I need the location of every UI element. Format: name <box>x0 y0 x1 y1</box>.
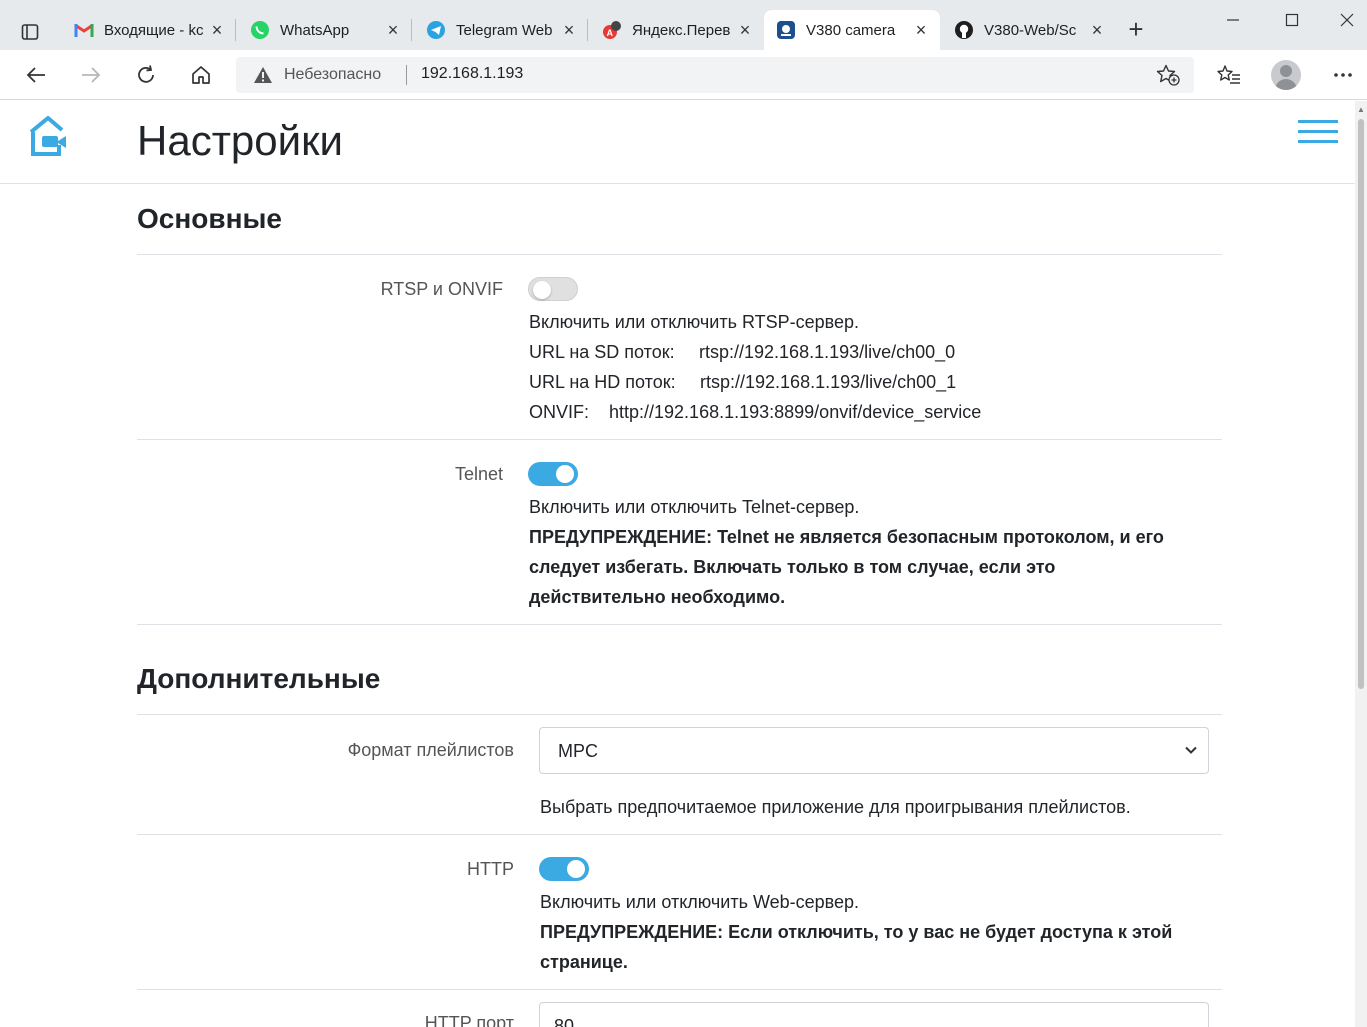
http-warning: ПРЕДУПРЕЖДЕНИЕ: Если отключить, то у вас… <box>540 922 1173 972</box>
home-icon[interactable] <box>185 60 217 90</box>
close-tab-icon[interactable]: × <box>736 20 754 40</box>
playlist-format-value: MPC <box>558 741 598 761</box>
telnet-warning: ПРЕДУПРЕЖДЕНИЕ: Telnet не является безоп… <box>529 527 1164 607</box>
page-scrollbar[interactable]: ▲ <box>1355 101 1367 1027</box>
close-tab-icon[interactable]: × <box>208 20 226 40</box>
new-tab-icon[interactable]: + <box>1122 16 1150 44</box>
hd-url-label: URL на HD поток: <box>529 372 676 392</box>
tab-title: Входящие - kc <box>104 21 204 39</box>
chevron-down-icon <box>1184 743 1198 762</box>
http-port-input[interactable]: 80 <box>539 1002 1209 1027</box>
tab-telegram[interactable]: Telegram Web × <box>414 10 588 50</box>
divider <box>137 624 1222 625</box>
telegram-icon <box>426 20 446 40</box>
playlist-format-label: Формат плейлистов <box>347 740 514 760</box>
gmail-icon <box>74 20 94 40</box>
close-tab-icon[interactable]: × <box>384 20 402 40</box>
tab-github[interactable]: V380-Web/Sc × <box>942 10 1116 50</box>
section-title-basic: Основные <box>137 203 282 234</box>
playlist-format-select[interactable]: MPC <box>539 727 1209 774</box>
sd-url-label: URL на SD поток: <box>529 342 675 362</box>
scroll-up-icon[interactable]: ▲ <box>1357 105 1365 114</box>
http-description: Включить или отключить Web-сервер. <box>540 892 860 912</box>
divider <box>137 714 1222 715</box>
hd-url-value: rtsp://192.168.1.193/live/ch00_1 <box>700 372 957 392</box>
warning-icon[interactable] <box>253 66 273 89</box>
rtsp-label: RTSP и ONVIF <box>380 279 503 299</box>
tab-v380-camera[interactable]: V380 camera × <box>764 10 940 50</box>
tab-title: V380-Web/Sc <box>984 21 1077 39</box>
github-icon <box>954 20 974 40</box>
onvif-url-value: http://192.168.1.193:8899/onvif/device_s… <box>609 402 982 422</box>
playlist-format-description: Выбрать предпочитаемое приложение для пр… <box>540 797 1131 817</box>
divider <box>137 989 1222 990</box>
tab-title: Яндекс.Перев <box>632 21 731 39</box>
section-title-advanced: Дополнительные <box>137 663 381 694</box>
telnet-label: Telnet <box>454 464 503 484</box>
profile-avatar[interactable] <box>1271 60 1301 90</box>
http-port-label: HTTP порт <box>424 1013 514 1027</box>
address-bar[interactable]: Небезопасно 192.168.1.193 <box>236 57 1194 93</box>
security-status[interactable]: Небезопасно <box>284 66 381 84</box>
page-content: Настройки Основные RTSP и ONVIF Включить… <box>0 101 1355 1027</box>
maximize-icon[interactable] <box>1278 6 1306 34</box>
close-tab-icon[interactable]: × <box>912 20 930 40</box>
v380-icon <box>776 20 796 40</box>
page-title: Настройки <box>137 117 343 164</box>
tab-strip: Входящие - kc × WhatsApp × Telegram Web … <box>0 0 1367 50</box>
tab-actions-icon[interactable] <box>14 18 46 46</box>
minimize-icon[interactable] <box>1219 6 1247 34</box>
scrollbar-thumb[interactable] <box>1358 119 1364 689</box>
favorites-icon[interactable] <box>1213 60 1245 90</box>
url-text[interactable]: 192.168.1.193 <box>421 65 523 83</box>
tab-gmail[interactable]: Входящие - kc × <box>62 10 236 50</box>
add-favorite-icon[interactable] <box>1156 64 1180 91</box>
tab-title: WhatsApp <box>280 21 350 39</box>
tab-title: V380 camera <box>806 21 896 39</box>
telnet-toggle[interactable] <box>528 462 578 486</box>
home-camera-logo-icon[interactable] <box>28 115 68 162</box>
menu-icon[interactable] <box>1298 120 1338 146</box>
back-icon[interactable] <box>20 60 52 90</box>
tab-whatsapp[interactable]: WhatsApp × <box>238 10 412 50</box>
more-options-icon[interactable] <box>1327 60 1359 90</box>
rtsp-description: Включить или отключить RTSP-сервер. <box>529 312 860 332</box>
tab-yandex-translate[interactable]: A Яндекс.Перев × <box>590 10 764 50</box>
sd-url-value: rtsp://192.168.1.193/live/ch00_0 <box>699 342 956 362</box>
onvif-label: ONVIF: <box>529 402 590 422</box>
forward-icon[interactable] <box>75 60 107 90</box>
tab-title: Telegram Web <box>456 21 553 39</box>
close-tab-icon[interactable]: × <box>1088 20 1106 40</box>
http-toggle[interactable] <box>539 857 589 881</box>
whatsapp-icon <box>250 20 270 40</box>
divider <box>137 254 1222 255</box>
reload-icon[interactable] <box>130 60 162 90</box>
yandex-translate-icon: A <box>602 20 622 40</box>
http-label: HTTP <box>467 859 514 879</box>
divider <box>137 834 1222 835</box>
telnet-description: Включить или отключить Telnet-сервер. <box>529 497 860 517</box>
page-header: Настройки <box>0 101 1355 184</box>
close-window-icon[interactable] <box>1333 6 1361 34</box>
browser-toolbar: Небезопасно 192.168.1.193 <box>0 50 1367 100</box>
http-port-value: 80 <box>554 1016 575 1027</box>
close-tab-icon[interactable]: × <box>560 20 578 40</box>
rtsp-toggle[interactable] <box>528 277 578 301</box>
divider <box>137 439 1222 440</box>
